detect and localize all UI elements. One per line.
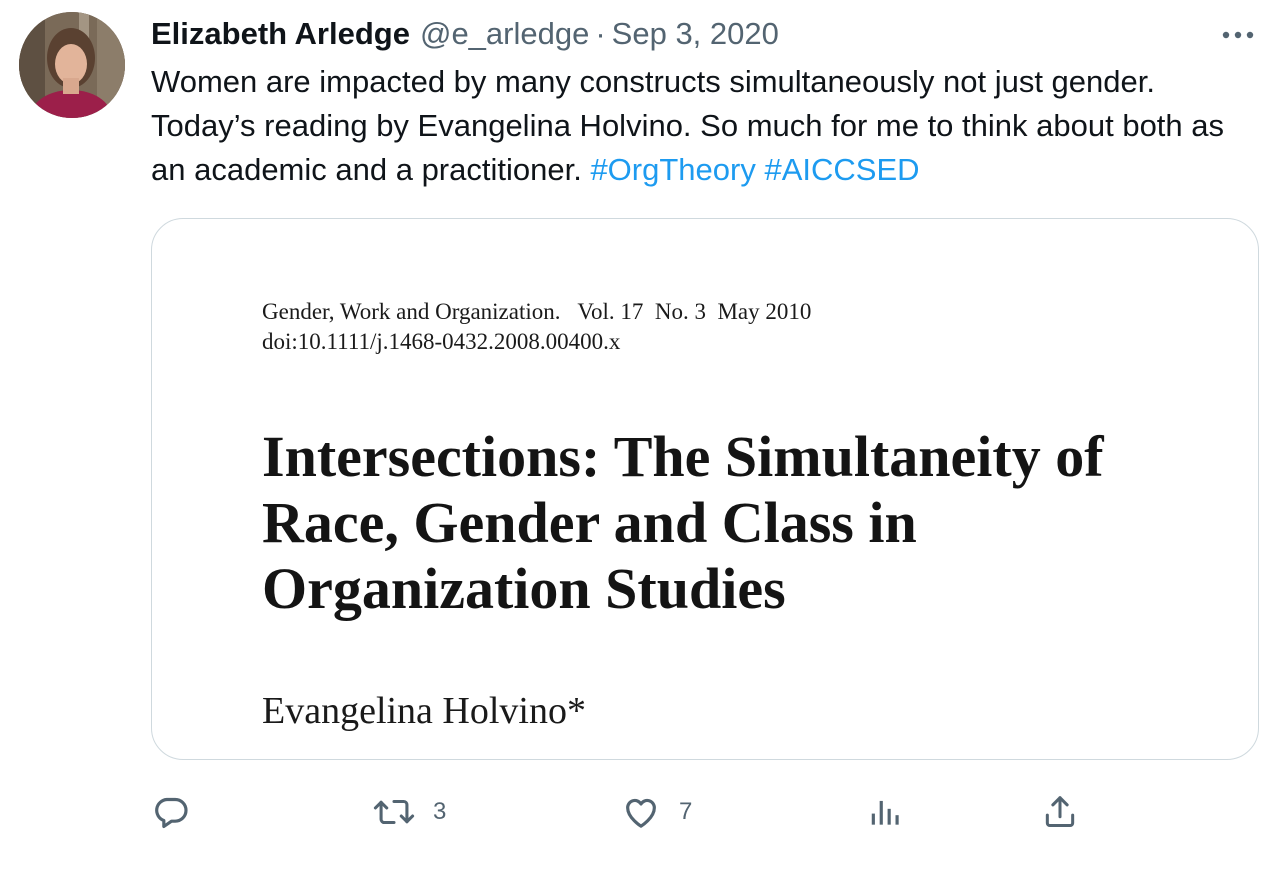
tweet[interactable]: Elizabeth Arledge @e_arledge · Sep 3, 20… — [0, 0, 1280, 875]
paper-author: Evangelina Holvino* — [262, 690, 586, 732]
tweet-date[interactable]: Sep 3, 2020 — [612, 16, 779, 52]
retweet-icon — [373, 799, 415, 825]
document-meta: Gender, Work and Organization. Vol. 17 N… — [262, 297, 811, 357]
hashtag-orgtheory[interactable]: #OrgTheory — [590, 152, 755, 187]
tweet-header: Elizabeth Arledge @e_arledge · Sep 3, 20… — [151, 14, 779, 54]
display-name[interactable]: Elizabeth Arledge — [151, 16, 410, 52]
more-options-button[interactable] — [1216, 20, 1260, 50]
retweet-count: 3 — [433, 798, 447, 825]
like-count: 7 — [679, 798, 693, 825]
avatar[interactable] — [19, 12, 125, 118]
separator-dot: · — [595, 16, 606, 51]
like-button[interactable]: 7 — [621, 788, 692, 836]
doi-line: doi:10.1111/j.1468-0432.2008.00400.x — [262, 329, 621, 354]
analytics-icon — [871, 800, 899, 825]
hashtag-aiccsed[interactable]: #AICCSED — [764, 152, 919, 187]
share-button[interactable] — [1041, 788, 1079, 836]
media-image-card[interactable]: Gender, Work and Organization. Vol. 17 N… — [151, 218, 1259, 760]
user-handle[interactable]: @e_arledge — [420, 16, 589, 52]
journal-line: Gender, Work and Organization. Vol. 17 N… — [262, 299, 812, 324]
profile-photo-icon — [19, 12, 125, 118]
retweet-button[interactable]: 3 — [373, 788, 446, 836]
paper-title: Intersections: The Simultaneity of Race,… — [262, 424, 1104, 621]
more-dots-icon — [1222, 31, 1254, 39]
reply-button[interactable] — [151, 788, 191, 836]
share-icon — [1045, 796, 1075, 827]
tweet-text: Women are impacted by many constructs si… — [151, 60, 1266, 192]
action-bar: 3 7 — [151, 788, 1261, 836]
views-button[interactable] — [867, 788, 905, 836]
reply-icon — [155, 797, 188, 829]
heart-icon — [626, 798, 656, 828]
